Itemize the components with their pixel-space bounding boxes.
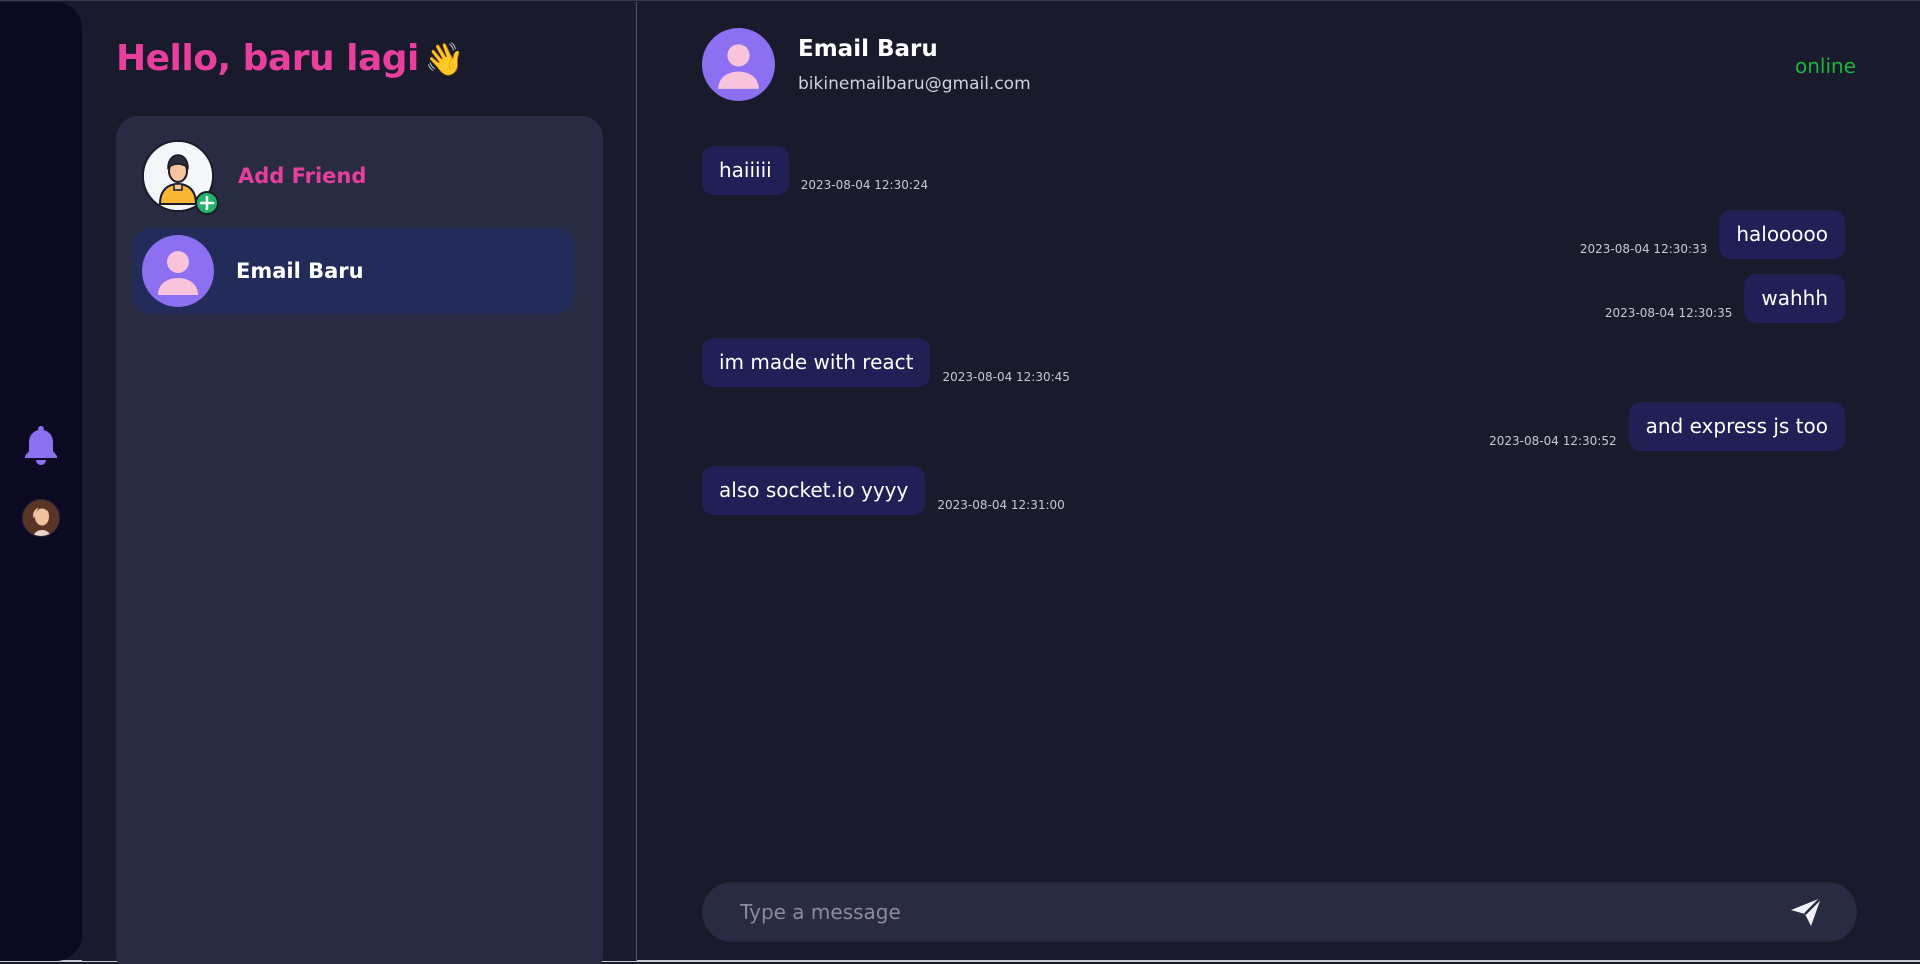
message-bubble: also socket.io yyyy [702,466,926,515]
message-bubble: wahhh [1744,274,1845,323]
status-badge: online [1794,54,1856,78]
message-bubble: and express js too [1628,402,1845,451]
message-composer [702,882,1857,942]
sidebar: Hello, baru lagi 👋 Add Friend Email Baru [82,2,637,964]
message-time: 2023-08-04 12:30:24 [800,178,929,192]
message-bubble: halooooo [1719,210,1845,259]
app-frame: Hello, baru lagi 👋 Add Friend Email Baru… [0,0,1920,964]
chat-contact-info: Email Baru bikinemailbaru@gmail.com [798,36,1031,94]
message-time: 2023-08-04 12:31:00 [937,498,1065,512]
chat-panel: Email Baru bikinemailbaru@gmail.com onli… [638,2,1920,961]
contacts-panel: Add Friend Email Baru [116,116,603,964]
message-item: haiiiii 2023-08-04 12:30:24 [702,146,928,195]
left-rail [0,2,82,961]
message-time: 2023-08-04 12:30:45 [942,370,1070,384]
message-time: 2023-08-04 12:30:33 [1579,242,1708,256]
contact-item[interactable]: Email Baru [133,228,574,314]
send-icon[interactable] [1789,896,1823,928]
message-time: 2023-08-04 12:30:35 [1604,306,1733,320]
chat-contact-avatar[interactable] [702,28,775,101]
bell-icon[interactable] [22,422,60,466]
message-item: im made with react 2023-08-04 12:30:45 [702,338,1070,387]
message-time: 2023-08-04 12:30:52 [1489,434,1617,448]
chat-contact-email: bikinemailbaru@gmail.com [798,73,1031,94]
greeting-text: Hello, baru lagi [116,38,419,79]
message-bubble: haiiiii [702,146,789,195]
message-item: and express js too 2023-08-04 12:30:52 [1489,402,1845,451]
add-friend-icon [142,140,219,215]
add-friend-label: Add Friend [238,164,367,188]
message-input[interactable] [740,882,1740,942]
greeting-heading: Hello, baru lagi 👋 [116,38,465,79]
chat-contact-name: Email Baru [798,35,938,62]
message-item: halooooo 2023-08-04 12:30:33 [1580,210,1845,259]
user-avatar[interactable] [22,499,60,537]
add-friend-button[interactable]: Add Friend [142,140,367,215]
message-item: also socket.io yyyy 2023-08-04 12:31:00 [702,466,1065,515]
chat-header: Email Baru bikinemailbaru@gmail.com [702,28,1031,101]
wave-emoji: 👋 [424,39,465,78]
contact-avatar [142,235,214,307]
message-bubble: im made with react [702,338,931,387]
message-item: wahhh 2023-08-04 12:30:35 [1605,274,1845,323]
contact-name: Email Baru [236,259,364,283]
